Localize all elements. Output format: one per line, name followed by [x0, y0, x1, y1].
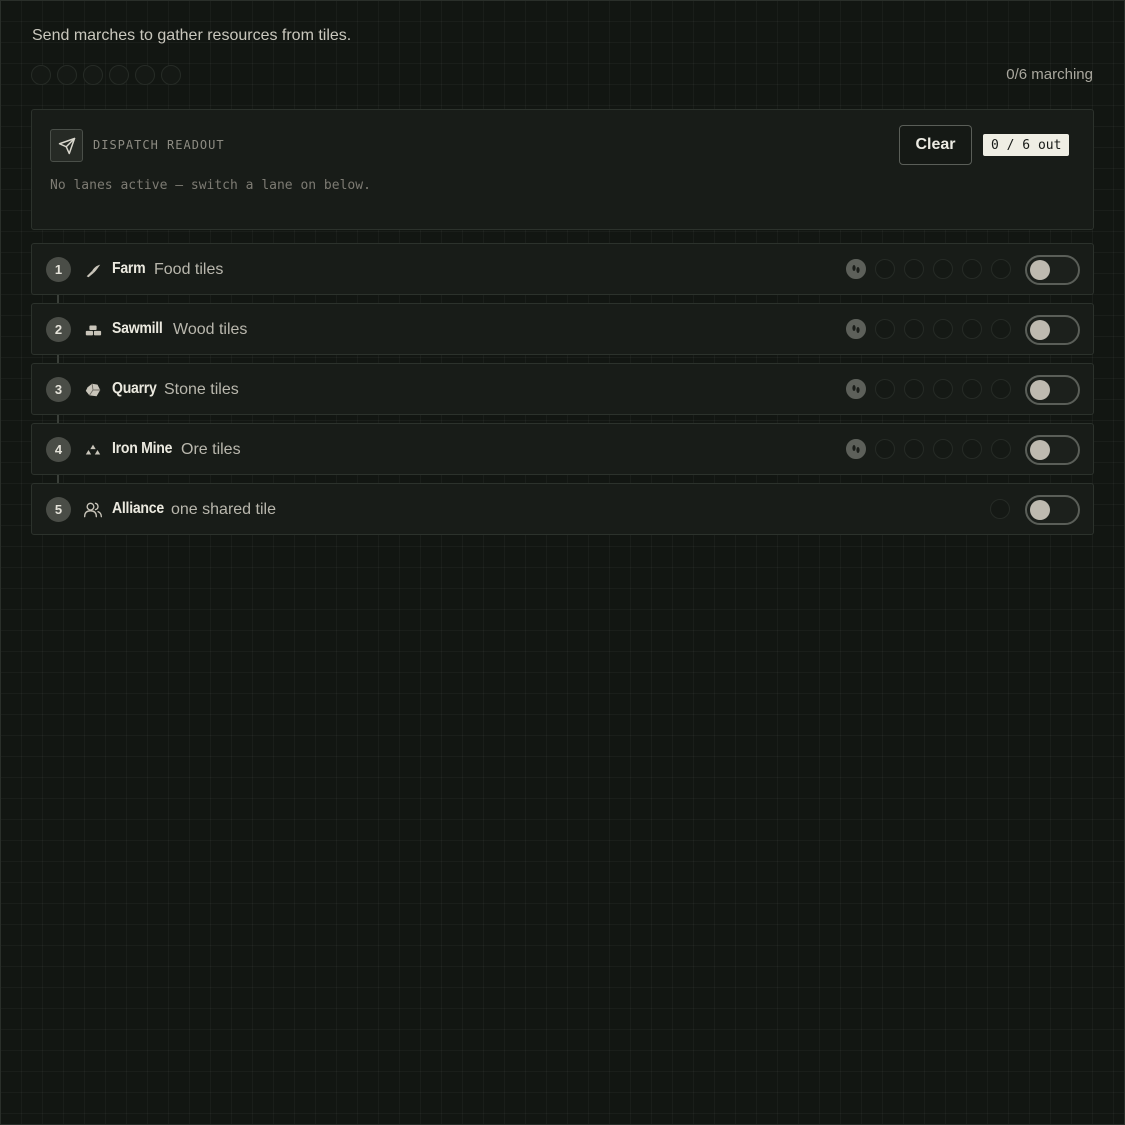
ore-icon: [83, 440, 103, 460]
lane-name: Alliance: [112, 500, 164, 517]
out-badge: 0 / 6 out: [983, 134, 1070, 156]
march-slot: [933, 439, 953, 459]
march-slot: [933, 319, 953, 339]
march-slot: [875, 439, 895, 459]
march-slot: [991, 379, 1011, 399]
lane-name: Sawmill: [112, 320, 163, 337]
march-slot: [991, 319, 1011, 339]
toggle-knob: [1030, 320, 1050, 340]
logs-icon: [83, 320, 103, 340]
lane-farm: 1 Farm Food tiles: [31, 243, 1094, 295]
sickle-icon: [83, 260, 103, 280]
march-slots: [846, 319, 1011, 339]
march-slots: [990, 499, 1010, 519]
users-icon: [83, 500, 103, 520]
march-dot: [135, 65, 155, 85]
march-slot: [933, 259, 953, 279]
march-slot: [875, 319, 895, 339]
lane-name: Quarry: [112, 380, 157, 397]
march-slot: [933, 379, 953, 399]
lane-quarry: 3 Quarry Stone tiles: [31, 363, 1094, 415]
lane-number: 2: [46, 317, 71, 342]
march-slots: [846, 379, 1011, 399]
march-dot: [83, 65, 103, 85]
march-slot: [962, 379, 982, 399]
lane-sawmill: 2 Sawmill Wood tiles: [31, 303, 1094, 355]
march-slot: [991, 439, 1011, 459]
march-slot: [904, 379, 924, 399]
lane-name: Iron Mine: [112, 440, 173, 457]
lane-description: one shared tile: [171, 501, 276, 518]
march-dots: [31, 65, 181, 85]
lane-toggle[interactable]: [1025, 315, 1080, 345]
lane-number: 5: [46, 497, 71, 522]
lane-description: Food tiles: [154, 261, 224, 278]
lane-number: 4: [46, 437, 71, 462]
march-slot: [962, 439, 982, 459]
march-slot: [962, 259, 982, 279]
toggle-knob: [1030, 260, 1050, 280]
dispatch-readout: DISPATCH READOUT No lanes active — switc…: [31, 109, 1094, 230]
lane-toggle[interactable]: [1025, 255, 1080, 285]
footprints-icon: [846, 379, 866, 399]
send-icon[interactable]: [50, 129, 83, 162]
march-slot: [904, 439, 924, 459]
lane-name: Farm: [112, 260, 146, 277]
march-slot: [904, 319, 924, 339]
march-dot: [57, 65, 77, 85]
march-slot: [990, 499, 1010, 519]
toggle-knob: [1030, 380, 1050, 400]
lane-toggle[interactable]: [1025, 495, 1080, 525]
march-slot: [991, 259, 1011, 279]
lane-alliance: 5 Alliance one shared tile: [31, 483, 1094, 535]
lane-toggle[interactable]: [1025, 435, 1080, 465]
marching-status: 0/6 marching: [1006, 66, 1093, 83]
stone-icon: [83, 380, 103, 400]
march-slots: [846, 439, 1011, 459]
toggle-knob: [1030, 440, 1050, 460]
lane-toggle[interactable]: [1025, 375, 1080, 405]
lane-number: 1: [46, 257, 71, 282]
march-dot: [31, 65, 51, 85]
march-slot: [875, 259, 895, 279]
lane-description: Stone tiles: [164, 381, 239, 398]
lane-description: Ore tiles: [181, 441, 241, 458]
readout-message: No lanes active — switch a lane on below…: [50, 178, 371, 193]
lane-number: 3: [46, 377, 71, 402]
march-slot: [875, 379, 895, 399]
intro-text: Send marches to gather resources from ti…: [32, 27, 352, 44]
readout-title: DISPATCH READOUT: [93, 138, 225, 152]
march-slots: [846, 259, 1011, 279]
footprints-icon: [846, 259, 866, 279]
clear-button[interactable]: Clear: [899, 125, 972, 165]
march-slot: [962, 319, 982, 339]
march-dot: [161, 65, 181, 85]
lane-iron-mine: 4 Iron Mine Ore tiles: [31, 423, 1094, 475]
march-slot: [904, 259, 924, 279]
lane-description: Wood tiles: [173, 321, 248, 338]
toggle-knob: [1030, 500, 1050, 520]
march-dot: [109, 65, 129, 85]
footprints-icon: [846, 319, 866, 339]
footprints-icon: [846, 439, 866, 459]
